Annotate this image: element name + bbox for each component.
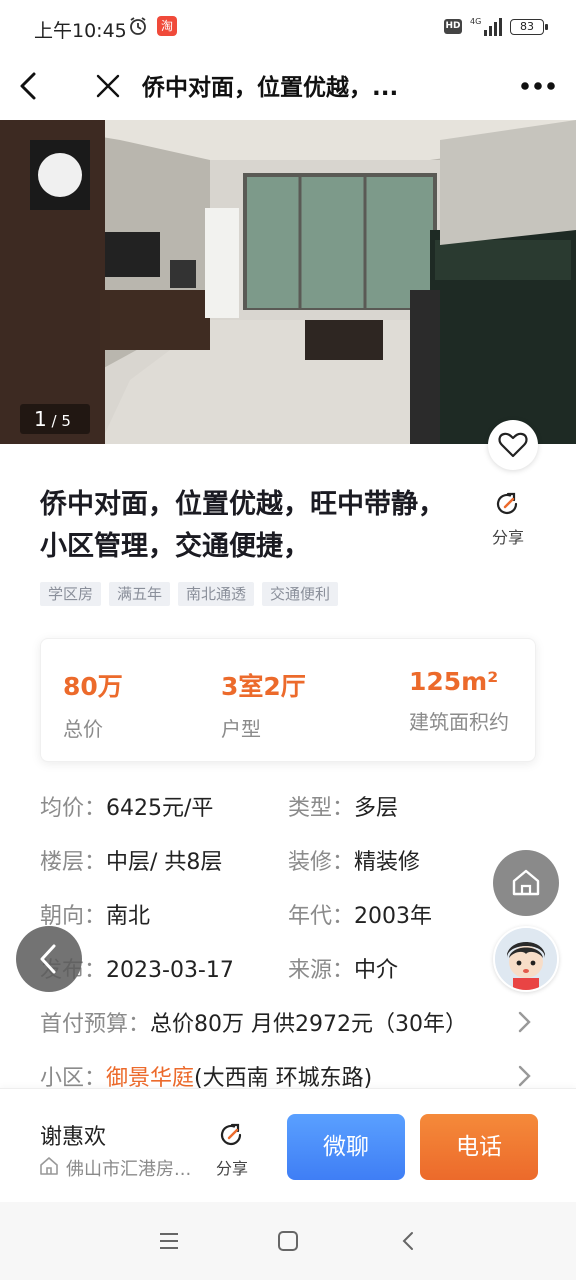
info-type: 类型：多层 — [288, 790, 398, 822]
back-floating-button[interactable] — [16, 926, 82, 992]
info-value: 6425元/平 — [106, 796, 214, 821]
share-button[interactable]: 分享 — [486, 490, 530, 550]
stat-label: 建筑面积约 — [409, 710, 509, 734]
info-key: 首付预算： — [40, 1012, 151, 1037]
info-value: 中介 — [354, 958, 399, 983]
tag-item: 交通便利 — [262, 582, 339, 606]
info-key: 装修： — [288, 850, 355, 875]
info-value: 2003年 — [354, 904, 433, 929]
stat-value: 80万 — [63, 672, 123, 701]
stat-value: 3室2厅 — [221, 672, 306, 701]
agent-name: 谢惠欢 — [40, 1125, 107, 1150]
tag-list: 学区房 满五年 南北通透 交通便利 — [40, 582, 339, 606]
key-stats-card: 80万 总价 3室2厅 户型 125m² 建筑面积约 — [40, 638, 536, 762]
share-label: 分享 — [215, 1159, 248, 1178]
home-icon — [512, 869, 540, 896]
share-label: 分享 — [491, 528, 524, 547]
tag-item: 南北通透 — [178, 582, 255, 606]
chevron-right-icon[interactable] — [514, 1062, 534, 1090]
info-decoration: 装修：精装修 — [288, 844, 420, 876]
info-unit-price: 均价：6425元/平 — [40, 790, 213, 822]
stat-area: 125m² 建筑面积约 — [409, 667, 509, 735]
info-value: 多层 — [354, 796, 399, 821]
info-key: 年代： — [288, 904, 355, 929]
agency-icon — [40, 1157, 58, 1175]
living-room-image — [0, 120, 576, 444]
network-type: 4G — [470, 17, 481, 26]
status-time: 上午10:45 — [34, 20, 127, 42]
signal-icon: 4G — [470, 17, 502, 36]
photo-counter: 1 / 5 — [20, 404, 90, 434]
info-key: 类型： — [288, 796, 355, 821]
home-square-icon[interactable] — [277, 1230, 299, 1252]
info-value: 2023-03-17 — [106, 958, 234, 983]
chat-button[interactable]: 微聊 — [287, 1114, 405, 1180]
info-year: 年代：2003年 — [288, 898, 432, 930]
favorite-button[interactable] — [488, 420, 538, 470]
info-value: 中层/ 共8层 — [106, 850, 223, 875]
stat-layout: 3室2厅 户型 — [221, 667, 306, 742]
hd-badge: HD — [444, 19, 462, 34]
status-bar: 上午10:45 淘 HD 4G 83 — [0, 0, 576, 56]
info-key: 均价： — [40, 796, 107, 821]
cartoon-avatar-icon — [495, 928, 557, 990]
info-key: 来源： — [288, 958, 355, 983]
close-icon[interactable] — [92, 68, 124, 104]
navigation-bar: 侨中对面，位置优越，... — [0, 56, 576, 120]
more-options-icon[interactable] — [516, 68, 560, 104]
info-value: 总价80万 月供2972元（30年） — [150, 1012, 467, 1037]
info-source: 来源：中介 — [288, 952, 398, 984]
stat-label: 户型 — [221, 717, 261, 741]
chevron-left-icon — [40, 944, 56, 974]
call-button[interactable]: 电话 — [420, 1114, 538, 1180]
listing-title: 侨中对面，位置优越，旺中带静，小区管理，交通便捷， — [40, 489, 445, 562]
photo-current: 1 — [34, 407, 47, 431]
contact-bar: 谢惠欢 佛山市汇港房... 分享 微聊 电话 — [0, 1088, 576, 1202]
agent-company: 佛山市汇港房... — [66, 1159, 192, 1180]
info-key: 楼层： — [40, 850, 107, 875]
system-navigation-bar — [0, 1202, 576, 1280]
back-arrow-icon[interactable] — [14, 66, 44, 106]
taobao-app-icon: 淘 — [157, 16, 177, 36]
info-value: 南北 — [106, 904, 151, 929]
battery-icon: 83 — [510, 19, 548, 35]
share-button-bottom[interactable]: 分享 — [210, 1121, 254, 1179]
info-value: 精装修 — [354, 850, 421, 875]
menu-icon[interactable] — [158, 1230, 180, 1252]
tag-item: 满五年 — [109, 582, 171, 606]
chevron-right-icon[interactable] — [514, 1008, 534, 1036]
home-floating-button[interactable] — [493, 850, 559, 916]
listing-photo[interactable] — [0, 120, 576, 444]
stat-value: 125m² — [409, 667, 499, 696]
heart-icon — [498, 432, 528, 458]
page-title: 侨中对面，位置优越，... — [142, 75, 399, 101]
share-icon — [220, 1123, 242, 1146]
info-floor: 楼层：中层/ 共8层 — [40, 844, 222, 876]
system-back-icon[interactable] — [398, 1230, 420, 1252]
tag-item: 学区房 — [40, 582, 102, 606]
stat-label: 总价 — [63, 717, 103, 741]
assistant-avatar-button[interactable] — [493, 926, 559, 992]
stat-total-price: 80万 总价 — [63, 667, 123, 742]
share-icon — [496, 492, 518, 515]
alarm-icon — [130, 17, 146, 35]
down-payment-row[interactable]: 首付预算：总价80万 月供2972元（30年） — [40, 1006, 467, 1038]
photo-total: 5 — [61, 412, 71, 430]
